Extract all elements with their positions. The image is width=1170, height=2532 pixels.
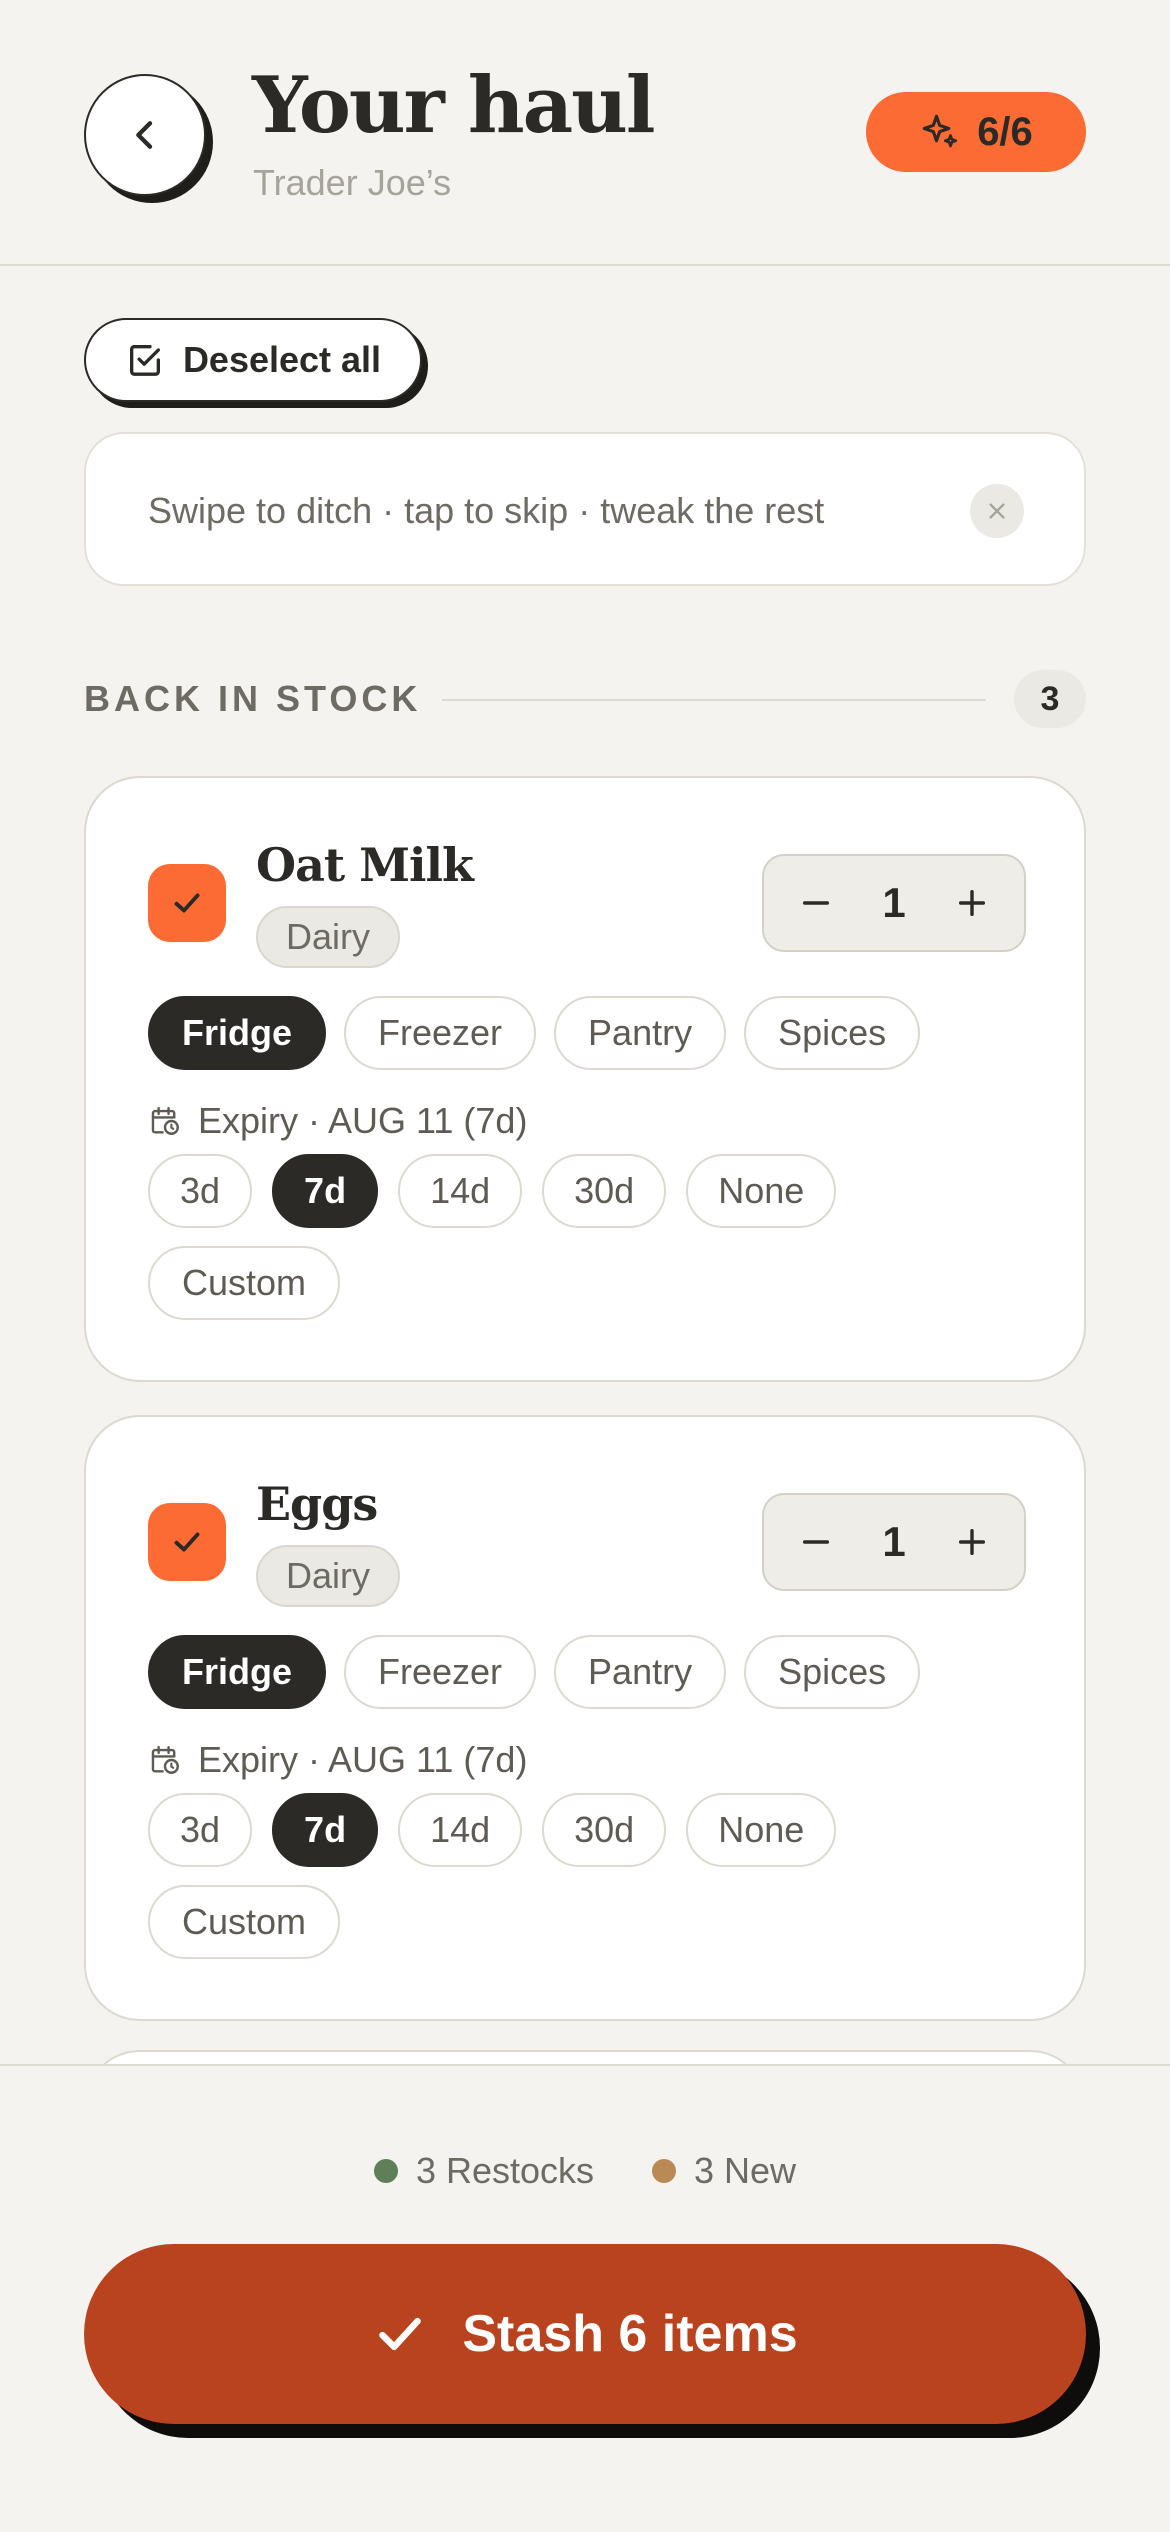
quantity-value: 1 <box>882 879 906 926</box>
expiry-chip-14d[interactable]: 14d <box>398 1154 523 1228</box>
hint-close-button[interactable] <box>970 484 1024 538</box>
item-card[interactable]: Eggs Dairy 1 Fridge Freezer Pantry Spice… <box>84 1415 1086 2021</box>
decrement-button[interactable] <box>786 873 846 933</box>
quantity-value: 1 <box>882 1518 906 1565</box>
selected-count: 6/6 <box>977 109 1033 154</box>
custom-expiry-row: Custom <box>148 1885 341 1959</box>
new-legend: 3 New <box>652 2150 796 2192</box>
deselect-all-label: Deselect all <box>182 339 382 380</box>
quantity-stepper: 1 <box>762 1493 1026 1591</box>
restocks-label: 3 Restocks <box>415 2150 595 2191</box>
storage-chip-pantry[interactable]: Pantry <box>554 1635 727 1709</box>
footer: 3 Restocks 3 New Stash 6 items <box>0 2064 1170 2532</box>
back-button[interactable] <box>84 74 206 196</box>
plus-icon <box>958 889 986 917</box>
quantity-stepper: 1 <box>762 854 1026 952</box>
expiry-chip-3d[interactable]: 3d <box>148 1793 253 1867</box>
summary-legend: 3 Restocks 3 New <box>0 2150 1170 2192</box>
storage-chip-fridge[interactable]: Fridge <box>148 1635 327 1709</box>
check-icon <box>174 893 200 913</box>
calendar-clock-icon <box>151 1746 179 1774</box>
chevron-left-icon <box>136 121 153 149</box>
restock-dot <box>373 2159 398 2183</box>
expiry-chip-custom[interactable]: Custom <box>148 1246 341 1320</box>
item-name: Oat Milk <box>256 838 474 892</box>
storage-chip-spices[interactable]: Spices <box>744 996 921 1070</box>
expiry-label: Expiry · AUG 11 (7d) <box>148 1100 527 1142</box>
storage-chip-pantry[interactable]: Pantry <box>554 996 727 1070</box>
expiry-chip-30d[interactable]: 30d <box>542 1154 667 1228</box>
minus-icon <box>802 1540 830 1544</box>
storage-chip-spices[interactable]: Spices <box>744 1635 921 1709</box>
category-badge: Dairy <box>256 906 401 968</box>
hint-text: Swipe to ditch · tap to skip · tweak the… <box>148 490 825 531</box>
expiry-chip-custom[interactable]: Custom <box>148 1885 341 1959</box>
plus-icon <box>958 1528 986 1556</box>
expiry-text: Expiry · AUG 11 (7d) <box>198 1739 528 1780</box>
deselect-all-button[interactable]: Deselect all <box>84 318 422 402</box>
stash-button[interactable]: Stash 6 items <box>84 2244 1086 2424</box>
section-divider <box>442 699 986 701</box>
decrement-button[interactable] <box>786 1512 846 1572</box>
store-name: Trader Joe’s <box>253 162 452 203</box>
check-icon <box>174 1532 200 1552</box>
calendar-clock-icon <box>151 1107 179 1135</box>
hint-banner: Swipe to ditch · tap to skip · tweak the… <box>84 432 1086 586</box>
expiry-chip-3d[interactable]: 3d <box>148 1154 253 1228</box>
storage-options: Fridge Freezer Pantry Spices <box>148 996 921 1070</box>
expiry-chip-30d[interactable]: 30d <box>542 1793 667 1867</box>
new-dot <box>652 2159 677 2183</box>
item-checkbox[interactable] <box>148 1503 226 1581</box>
sparkle-icon <box>922 114 958 148</box>
minus-icon <box>802 901 830 905</box>
item-checkbox[interactable] <box>148 864 226 942</box>
category-badge: Dairy <box>256 1545 401 1607</box>
increment-button[interactable] <box>942 1512 1002 1572</box>
close-icon <box>989 503 1005 519</box>
expiry-options: 3d 7d 14d 30d None <box>148 1154 837 1228</box>
storage-chip-freezer[interactable]: Freezer <box>344 996 537 1070</box>
expiry-label: Expiry · AUG 11 (7d) <box>148 1739 527 1781</box>
expiry-chip-none[interactable]: None <box>686 1154 837 1228</box>
expiry-chip-7d[interactable]: 7d <box>272 1154 379 1228</box>
custom-expiry-row: Custom <box>148 1246 341 1320</box>
stash-label: Stash 6 items <box>462 2305 798 2363</box>
restocks-legend: 3 Restocks <box>373 2150 595 2192</box>
expiry-chip-none[interactable]: None <box>686 1793 837 1867</box>
expiry-chip-7d[interactable]: 7d <box>272 1793 379 1867</box>
expiry-chip-14d[interactable]: 14d <box>398 1793 523 1867</box>
new-label: 3 New <box>694 2150 797 2191</box>
checkbox-icon <box>129 345 160 376</box>
storage-chip-freezer[interactable]: Freezer <box>344 1635 537 1709</box>
section-count-badge: 3 <box>1014 670 1086 728</box>
selected-count-badge[interactable]: 6/6 <box>866 92 1086 172</box>
storage-chip-fridge[interactable]: Fridge <box>148 996 327 1070</box>
section-title: BACK IN STOCK <box>84 678 422 719</box>
expiry-options: 3d 7d 14d 30d None <box>148 1793 837 1867</box>
expiry-text: Expiry · AUG 11 (7d) <box>198 1100 528 1141</box>
header: Your haul Trader Joe’s 6/6 <box>0 0 1170 266</box>
page-title: Your haul <box>252 60 655 151</box>
increment-button[interactable] <box>942 873 1002 933</box>
item-card[interactable]: Oat Milk Dairy 1 Fridge Freezer Pantry S… <box>84 776 1086 1382</box>
storage-options: Fridge Freezer Pantry Spices <box>148 1635 921 1709</box>
item-name: Eggs <box>256 1477 378 1531</box>
check-icon <box>379 2317 422 2351</box>
